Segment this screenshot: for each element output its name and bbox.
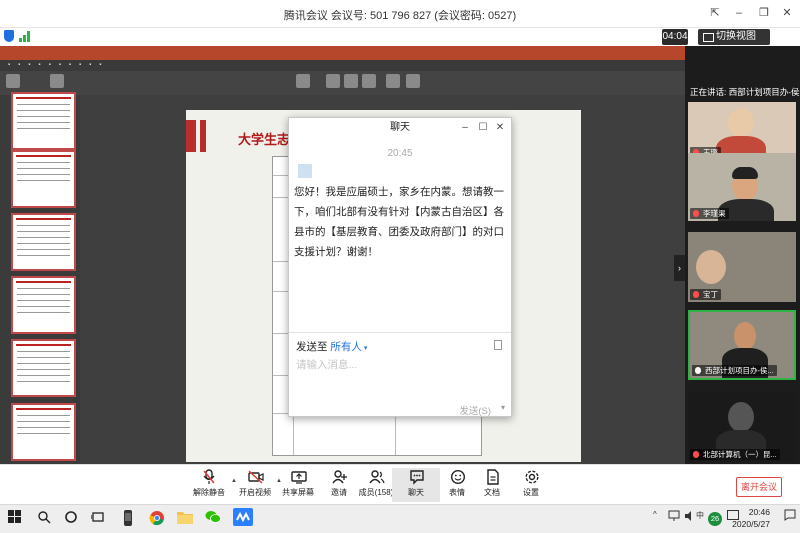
search-icon[interactable]: [37, 510, 53, 526]
settings-button[interactable]: 设置: [507, 468, 555, 502]
signal-icon[interactable]: [19, 31, 31, 42]
slide-thumbnail[interactable]: [11, 92, 76, 150]
close-chat-button[interactable]: ✕: [494, 121, 506, 135]
file-icon[interactable]: [494, 340, 502, 350]
app-icon[interactable]: [121, 510, 137, 526]
folder-icon[interactable]: [177, 510, 193, 526]
shield-icon[interactable]: [4, 30, 14, 42]
chat-input[interactable]: 请输入消息...: [296, 357, 357, 372]
caret-down-icon[interactable]: ▾: [362, 345, 368, 352]
send-to-target[interactable]: 所有人: [330, 341, 362, 353]
tencent-meeting-icon[interactable]: [233, 508, 253, 526]
gear-icon: [524, 469, 539, 485]
notification-badge[interactable]: 26: [708, 512, 722, 526]
video-tile[interactable]: 李瑾渠: [688, 153, 796, 221]
video-tile[interactable]: 北部计算机（一）昆...: [688, 392, 796, 462]
chevron-up-icon[interactable]: ^: [653, 510, 669, 526]
pin-icon[interactable]: ⇱: [707, 5, 723, 21]
chevron-down-icon[interactable]: ▾: [501, 403, 505, 412]
close-button[interactable]: ✕: [779, 5, 795, 21]
mic-muted-icon: [693, 291, 699, 298]
chevron-right-icon[interactable]: ›: [674, 255, 685, 281]
notification-center-icon[interactable]: [784, 509, 800, 525]
title-bar: 腾讯会议 会议号: 501 796 827 (会议密码: 0527) ⇱ – ❐…: [0, 0, 800, 28]
task-view-icon[interactable]: [90, 510, 107, 526]
clock-time[interactable]: 20:46: [749, 507, 770, 517]
switch-view-label: 切换视图: [716, 31, 756, 42]
participant-label: 宝丁: [690, 289, 721, 300]
slide-thumbnail[interactable]: [11, 403, 76, 461]
members-icon: [369, 469, 385, 485]
chat-message: 您好！我是应届硕士，家乡在内蒙。想请教一下，咱们北部有没有针对【内蒙古自治区】各…: [294, 186, 504, 258]
slide-thumbnail[interactable]: [11, 213, 76, 271]
ppt-title-bar: [0, 46, 685, 60]
ppt-ribbon-tabs: ▪ ▪ ▪ ▪ ▪ ▪ ▪ ▪ ▪ ▪: [0, 60, 685, 71]
send-to-prefix: 发送至: [296, 341, 328, 353]
participant-label: 北部计算机（一）昆...: [690, 449, 780, 460]
chrome-icon[interactable]: [149, 510, 165, 526]
mic-muted-icon: [693, 451, 699, 458]
meeting-timer: 04:04: [662, 29, 688, 45]
mic-on-icon: [695, 367, 701, 374]
clock-date[interactable]: 2020/5/27: [732, 519, 770, 529]
slide-thumbnail[interactable]: [11, 339, 76, 397]
video-tile[interactable]: 王璐: [688, 102, 796, 160]
minimize-chat-button[interactable]: –: [459, 121, 471, 135]
slide-thumbnail[interactable]: [11, 150, 76, 208]
window-title: 腾讯会议 会议号: 501 796 827 (会议密码: 0527): [283, 10, 517, 22]
leave-meeting-button[interactable]: 离开会议: [736, 477, 782, 497]
restore-button[interactable]: ❐: [756, 5, 772, 21]
start-video-button[interactable]: 开启视频: [231, 468, 279, 502]
windows-start-icon[interactable]: [8, 510, 24, 526]
speaking-indicator: 正在讲话: 西部计划项目办-侯健: [690, 87, 800, 97]
mic-muted-icon: [202, 469, 216, 485]
avatar: [298, 164, 312, 178]
switch-view-button[interactable]: 切换视图: [698, 29, 770, 45]
input-method-icon[interactable]: 中: [696, 510, 708, 526]
ppt-ribbon: [0, 71, 685, 95]
network-icon[interactable]: [668, 510, 684, 526]
chat-window: 聊天 – ☐ ✕ 20:45 您好！我是应届硕士，家乡在内蒙。想请教一下，咱们北…: [288, 117, 512, 417]
slide-thumbnails: [0, 92, 80, 464]
unmute-button[interactable]: 解除静音: [185, 468, 233, 502]
share-screen-icon: [291, 469, 307, 485]
wechat-icon[interactable]: [205, 510, 221, 526]
smiley-icon: [450, 469, 466, 485]
send-button[interactable]: 发送(S): [459, 403, 491, 417]
participant-label: 李瑾渠: [690, 208, 729, 219]
participant-label: 西部计划项目办-侯...: [692, 365, 777, 376]
cortana-icon[interactable]: [64, 510, 80, 526]
video-tile[interactable]: 宝丁: [688, 232, 796, 302]
mic-muted-icon: [693, 210, 699, 217]
video-tile[interactable]: 西部计划项目办-侯...: [688, 310, 796, 380]
message-time: 20:45: [387, 148, 413, 159]
chat-icon: [409, 469, 424, 485]
document-icon: [485, 469, 499, 485]
send-to-selector[interactable]: 发送至 所有人 ▾: [296, 339, 367, 354]
maximize-chat-button[interactable]: ☐: [477, 121, 489, 135]
minimize-button[interactable]: –: [731, 5, 747, 21]
divider: [289, 332, 511, 333]
slide-thumbnail[interactable]: [11, 276, 76, 334]
slide-title: 大学生志: [238, 132, 291, 147]
add-user-icon: [332, 469, 347, 485]
camera-off-icon: [248, 469, 264, 485]
